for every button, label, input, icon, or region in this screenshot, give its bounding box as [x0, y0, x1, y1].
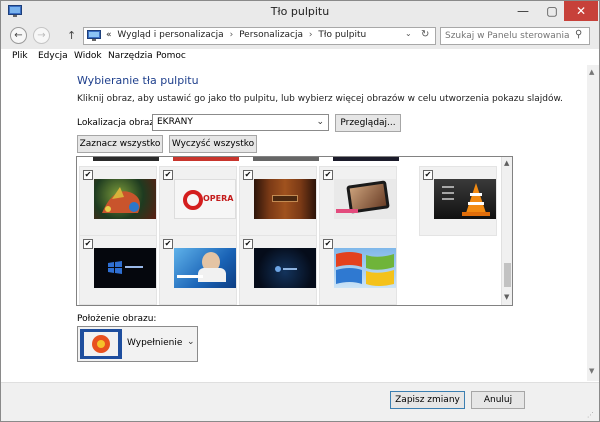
- wallpaper-tile[interactable]: ✔: [319, 166, 397, 236]
- brand-mark: [336, 209, 358, 213]
- wallpaper-thumbnail: [174, 248, 236, 288]
- partial-wallpaper-tile[interactable]: [173, 157, 239, 161]
- partial-wallpaper-tile[interactable]: [253, 157, 319, 161]
- wallpaper-thumbnail: OPERA: [174, 179, 236, 219]
- menu-view[interactable]: Widok: [74, 51, 102, 61]
- page-title: Wybieranie tła pulpitu: [77, 74, 199, 87]
- fill-preview-icon: [80, 329, 122, 359]
- wallpaper-thumbnail: [434, 179, 496, 219]
- tile-checkbox[interactable]: ✔: [323, 239, 333, 249]
- wallpaper-thumbnail: [94, 248, 156, 288]
- search-input[interactable]: [445, 30, 571, 42]
- minimize-button[interactable]: —: [509, 1, 537, 21]
- tile-checkbox[interactable]: ✔: [243, 239, 253, 249]
- title-bar[interactable]: Tło pulpitu — ▢ ✕: [1, 1, 599, 23]
- resize-grip-icon[interactable]: ⋰: [587, 411, 594, 419]
- menu-help[interactable]: Pomoc: [156, 51, 186, 61]
- wallpaper-thumbnail: [254, 248, 316, 288]
- chevron-right-icon[interactable]: ›: [306, 30, 316, 40]
- breadcrumb: « Wygląd i personalizacja › Personalizac…: [106, 30, 366, 40]
- location-select[interactable]: EKRANY ⌄: [152, 114, 329, 131]
- address-bar[interactable]: « Wygląd i personalizacja › Personalizac…: [83, 27, 436, 45]
- windows-logo-icon: [275, 266, 297, 272]
- search-box[interactable]: ⚲: [440, 27, 590, 45]
- wallpaper-tile[interactable]: ✔: [159, 235, 237, 305]
- banner-mark: [177, 275, 203, 278]
- refresh-icon[interactable]: ↻: [421, 29, 429, 40]
- wallpaper-tile[interactable]: ✔: [79, 235, 157, 305]
- scroll-up-icon[interactable]: ▲: [589, 68, 594, 76]
- windows-logo-icon: [108, 261, 143, 274]
- partial-wallpaper-tile[interactable]: [333, 157, 399, 161]
- cancel-button[interactable]: Anuluj: [471, 391, 525, 409]
- wood-emblem: [272, 195, 298, 202]
- opera-logo-text: OPERA: [203, 194, 234, 203]
- maximize-button[interactable]: ▢: [538, 1, 566, 21]
- flower-icon: [84, 332, 118, 356]
- wallpaper-tile[interactable]: ✔: [239, 235, 317, 305]
- chevron-right-icon[interactable]: ›: [227, 30, 237, 40]
- search-icon[interactable]: ⚲: [575, 29, 582, 40]
- up-button[interactable]: ↑: [67, 29, 76, 42]
- dragon-icon: [102, 187, 140, 213]
- tile-checkbox[interactable]: ✔: [323, 170, 333, 180]
- scrollbar-thumb[interactable]: [504, 263, 511, 287]
- page-scrollbar[interactable]: ▲ ▼: [587, 65, 599, 381]
- position-value: Wypełnienie: [127, 338, 183, 348]
- wallpaper-thumbnail: [334, 248, 396, 288]
- wallpaper-tile[interactable]: ✔: [419, 166, 497, 236]
- scroll-down-icon[interactable]: ▼: [504, 293, 509, 301]
- page-description: Kliknij obraz, aby ustawić go jako tło p…: [77, 94, 563, 104]
- breadcrumb-item-appearance[interactable]: Wygląd i personalizacja: [114, 30, 223, 40]
- location-value: EKRANY: [157, 117, 193, 127]
- menu-file[interactable]: Plik: [12, 51, 28, 61]
- scroll-down-icon[interactable]: ▼: [589, 367, 594, 375]
- chevron-down-icon[interactable]: ⌄: [405, 29, 412, 38]
- vlc-cone-icon: [442, 183, 490, 216]
- partial-wallpaper-tile[interactable]: [93, 157, 159, 161]
- position-select[interactable]: Wypełnienie ⌄: [77, 326, 198, 362]
- window: Tło pulpitu — ▢ ✕ ← → ↑ « Wygląd i perso…: [0, 0, 600, 422]
- tile-checkbox[interactable]: ✔: [83, 170, 93, 180]
- breadcrumb-item-personalization[interactable]: Personalizacja: [239, 30, 303, 40]
- tile-checkbox[interactable]: ✔: [243, 170, 253, 180]
- scroll-up-icon[interactable]: ▲: [504, 159, 509, 167]
- wallpaper-thumbnail: [254, 179, 316, 219]
- menu-edit[interactable]: Edycja: [38, 51, 68, 61]
- menu-tools[interactable]: Narzędzia: [108, 51, 153, 61]
- menu-bar: Plik Edycja Widok Narzędzia Pomoc: [1, 49, 599, 65]
- wallpaper-tile[interactable]: ✔: [239, 166, 317, 236]
- windows-xp-flag-icon: [336, 252, 394, 286]
- wallpaper-thumbnail: [334, 179, 396, 219]
- tile-checkbox[interactable]: ✔: [423, 170, 433, 180]
- wallpaper-gallery: ✔ ✔ OPERA ✔ ✔ ✔ ✔ ✔ ✔ ✔ ▲ ▼: [76, 156, 513, 306]
- clear-all-button[interactable]: Wyczyść wszystko: [169, 135, 257, 153]
- back-button[interactable]: ←: [10, 27, 27, 44]
- tile-checkbox[interactable]: ✔: [163, 170, 173, 180]
- wallpaper-thumbnail: [94, 179, 156, 219]
- save-button[interactable]: Zapisz zmiany: [390, 391, 465, 409]
- forward-button[interactable]: →: [33, 27, 50, 44]
- close-button[interactable]: ✕: [564, 1, 598, 21]
- address-toolbar: ← → ↑ « Wygląd i personalizacja › Person…: [1, 23, 599, 49]
- tile-checkbox[interactable]: ✔: [163, 239, 173, 249]
- wallpaper-tile[interactable]: ✔ OPERA: [159, 166, 237, 236]
- location-label: Lokalizacja obrazu:: [77, 118, 163, 128]
- tile-checkbox[interactable]: ✔: [83, 239, 93, 249]
- position-label: Położenie obrazu:: [77, 314, 157, 324]
- chevron-down-icon: ⌄: [187, 337, 195, 347]
- control-panel-icon: [87, 30, 101, 41]
- select-all-button[interactable]: Zaznacz wszystko: [77, 135, 163, 153]
- wallpaper-tile[interactable]: ✔: [319, 235, 397, 305]
- breadcrumb-item-desktop-background[interactable]: Tło pulpitu: [318, 30, 366, 40]
- wallpaper-tile[interactable]: ✔: [79, 166, 157, 236]
- browse-button[interactable]: Przeglądaj...: [335, 114, 401, 132]
- chevron-down-icon: ⌄: [316, 117, 324, 127]
- gallery-scrollbar[interactable]: ▲ ▼: [501, 157, 512, 305]
- breadcrumb-overflow[interactable]: «: [106, 30, 112, 40]
